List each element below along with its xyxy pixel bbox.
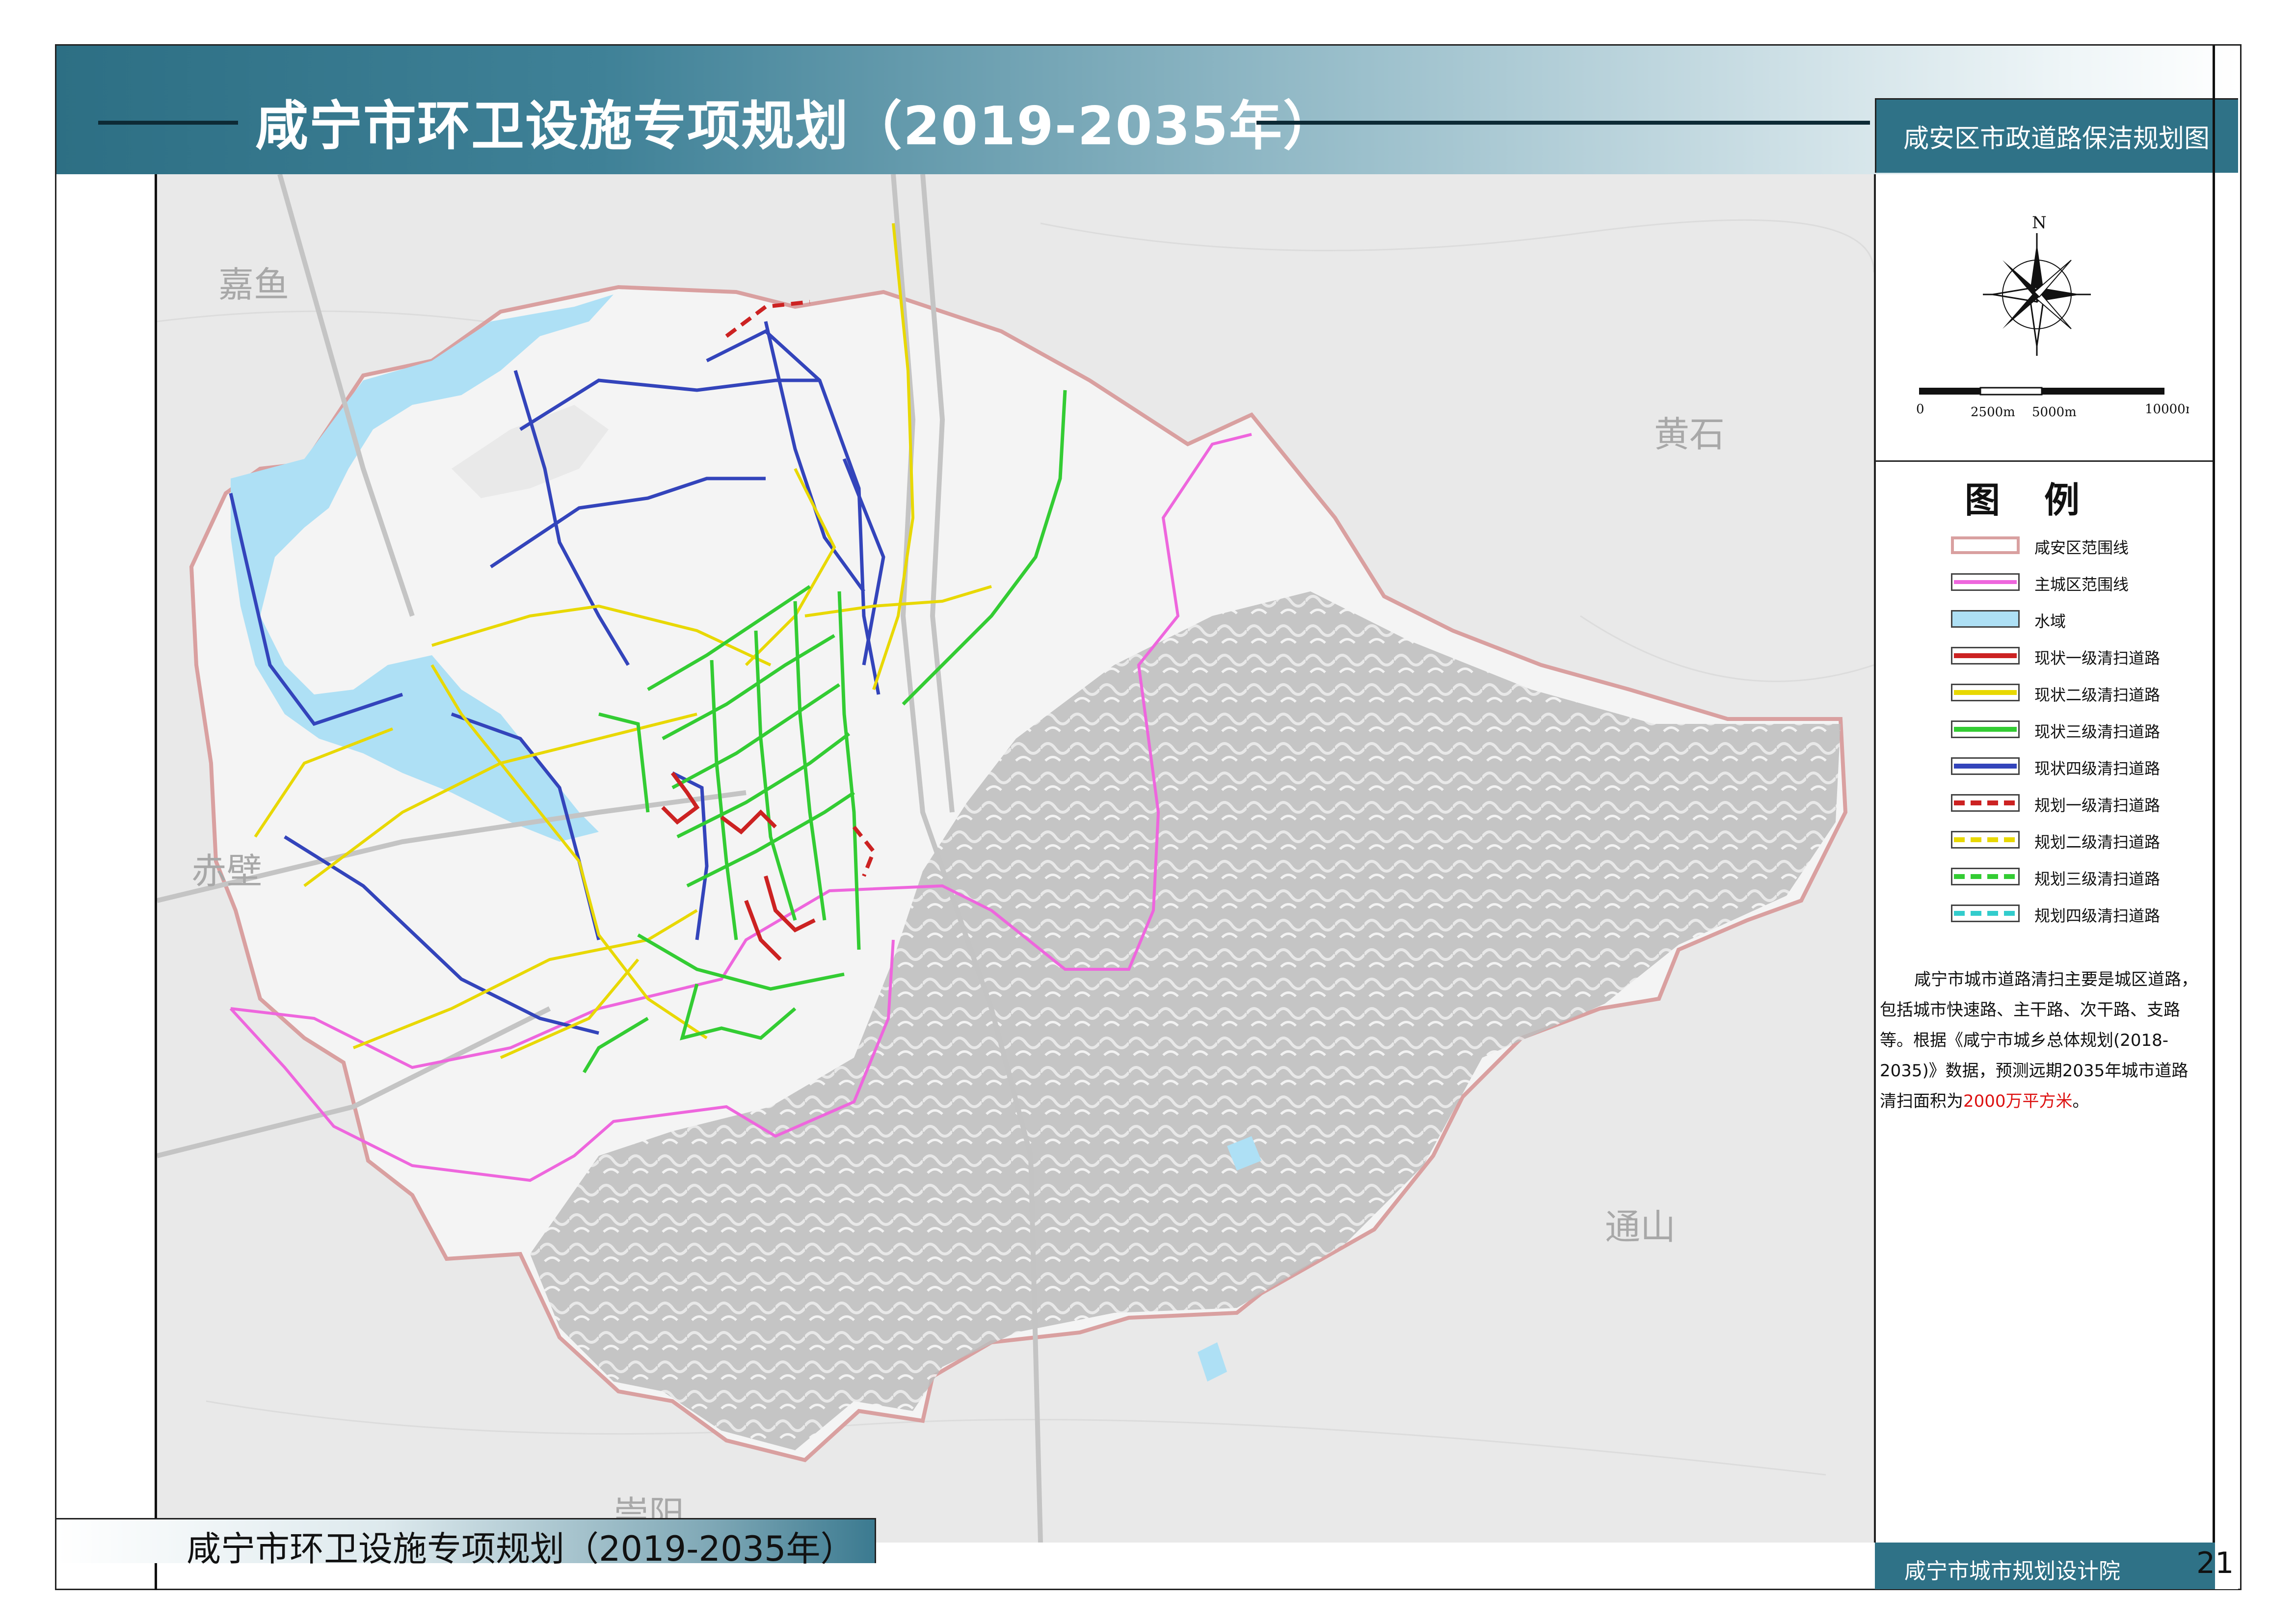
legend-swatch [1951,757,2020,775]
scale-label-2500: 2500m [1971,405,2015,420]
scale-label-5000: 5000m [2032,405,2077,420]
legend-label: 规划二级清扫道路 [2034,833,2161,852]
scale-label-0: 0 [1916,402,1924,417]
legend-swatch [1951,610,2020,628]
city-label-tongshan: 通山 [1605,1206,1676,1248]
legend-swatch [1951,684,2020,701]
legend-label: 咸安区范围线 [2034,538,2129,557]
city-label-jiayu: 嘉鱼 [218,264,289,305]
scale-bar: 0 2500m 5000m 10000m [1916,387,2189,420]
compass-rose-icon: N [1983,213,2091,356]
legend-swatch [1951,647,2020,665]
page-title: 咸宁市环卫设施专项规划（2019-2035年） [255,96,1337,157]
legend-label: 现状一级清扫道路 [2034,649,2161,667]
legend-label: 规划三级清扫道路 [2034,870,2161,888]
legend-swatch [1951,573,2020,591]
legend-swatch [1951,868,2020,885]
legend-swatch [1951,831,2020,849]
side-panel [1874,174,2213,1543]
footer-title: 咸宁市环卫设施专项规划（2019-2035年） [187,1529,855,1569]
scale-label-10000: 10000m [2145,402,2189,417]
legend-label: 现状四级清扫道路 [2034,759,2161,778]
description-text: 咸宁市城市道路清扫主要是城区道路，包括城市快速路、主干路、次干路、支路等。根据《… [1880,964,2204,1117]
legend-label: 水域 [2034,612,2066,631]
map-svg: 嘉鱼 黄石 赤壁 通山 崇阳 [157,174,1874,1543]
legend-title: 图例 [1964,479,2124,521]
legend-label: 现状三级清扫道路 [2034,722,2161,741]
city-label-chibi: 赤壁 [191,851,262,892]
legend-label: 主城区范围线 [2034,575,2129,594]
compass-north-label: N [2032,213,2047,233]
title-rule-right [1256,121,1870,125]
legend-label: 规划一级清扫道路 [2034,796,2161,815]
frame-divider-right [2213,46,2215,1589]
page-number: 21 [2196,1546,2234,1580]
legend-label: 现状二级清扫道路 [2034,686,2161,704]
description-end: 。 [2072,1092,2089,1111]
city-label-huangshi: 黄石 [1654,414,1725,455]
legend-swatch [1951,536,2020,554]
map-title: 咸安区市政道路保洁规划图 [1903,124,2210,154]
legend-swatch [1951,905,2020,922]
legend-swatch [1951,794,2020,812]
map-canvas[interactable]: 嘉鱼 黄石 赤壁 通山 崇阳 [157,174,1874,1543]
footer-org: 咸宁市城市规划设计院 [1904,1559,2120,1584]
legend-swatch [1951,720,2020,738]
panel-divider [1876,460,2213,462]
title-rule-left [98,121,238,125]
description-highlight: 2000万平方米 [1963,1092,2073,1111]
legend-label: 规划四级清扫道路 [2034,906,2161,925]
description-body: 咸宁市城市道路清扫主要是城区道路，包括城市快速路、主干路、次干路、支路等。根据《… [1880,970,2198,1111]
